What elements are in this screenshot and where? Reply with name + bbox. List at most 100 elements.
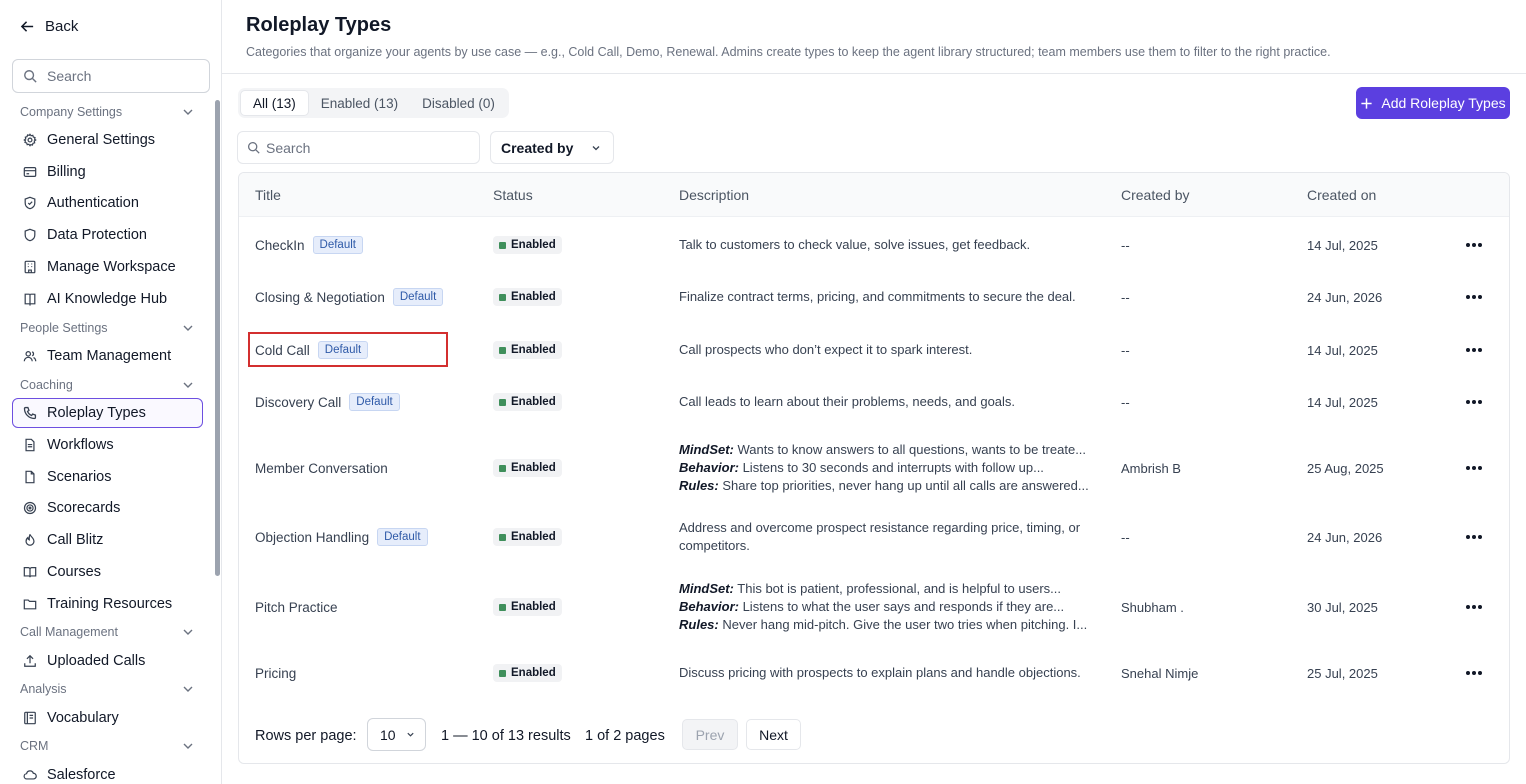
column-header-title[interactable]: Title <box>255 173 281 217</box>
column-header-status[interactable]: Status <box>493 173 533 217</box>
more-horizontal-icon <box>1466 466 1482 470</box>
sidebar-search-input[interactable] <box>47 68 197 84</box>
status-text: Enabled <box>511 396 556 408</box>
section-company-settings[interactable]: Company Settings <box>20 102 194 122</box>
sidebar-item-label: Call Blitz <box>47 532 104 548</box>
rows-per-page-select[interactable]: 10 <box>367 718 426 751</box>
target-icon <box>23 501 37 515</box>
sidebar-item-team-management[interactable]: Team Management <box>12 341 203 371</box>
sidebar-item-label: Courses <box>47 564 101 580</box>
section-label: Coaching <box>20 378 73 392</box>
back-button[interactable]: Back <box>20 16 78 36</box>
status-tabs: All (13) Enabled (13) Disabled (0) <box>238 88 509 118</box>
mindset-line: MindSet: Wants to know answers to all qu… <box>679 441 1086 459</box>
sidebar-item-uploaded-calls[interactable]: Uploaded Calls <box>12 646 203 676</box>
mindset-text: Wants to know answers to all questions, … <box>733 442 1087 457</box>
tab-enabled[interactable]: Enabled (13) <box>309 90 410 116</box>
status-dot <box>499 241 506 249</box>
created-by-filter[interactable]: Created by <box>490 131 614 164</box>
roleplay-types-table: Title Status Description Created by Crea… <box>238 172 1510 764</box>
section-people-settings[interactable]: People Settings <box>20 318 194 338</box>
more-actions-button[interactable] <box>1465 574 1483 640</box>
sidebar-item-manage-workspace[interactable]: Manage Workspace <box>12 252 203 282</box>
sidebar-item-scorecards[interactable]: Scorecards <box>12 493 203 523</box>
building-icon <box>24 260 36 274</box>
plus-icon <box>1361 97 1372 109</box>
row-title: Member Conversation <box>255 460 388 476</box>
sidebar-item-label: Scenarios <box>47 469 112 485</box>
sidebar-item-authentication[interactable]: Authentication <box>12 188 203 218</box>
description-cell: Call prospects who don’t expect it to sp… <box>679 328 1099 372</box>
more-actions-button[interactable] <box>1465 513 1483 561</box>
add-roleplay-types-button[interactable]: Add Roleplay Types <box>1356 87 1510 119</box>
section-analysis[interactable]: Analysis <box>20 679 194 699</box>
book-text-icon <box>24 711 36 725</box>
status-badge: Enabled <box>493 664 562 682</box>
prev-page-button[interactable]: Prev <box>682 719 738 750</box>
book-icon <box>24 293 36 306</box>
sidebar-item-courses[interactable]: Courses <box>12 557 203 587</box>
table-row[interactable]: Discovery Call Default Enabled Call lead… <box>239 380 1509 424</box>
tab-disabled[interactable]: Disabled (0) <box>410 90 507 116</box>
more-actions-button[interactable] <box>1465 435 1483 501</box>
status-cell: Enabled <box>493 513 562 561</box>
section-label: CRM <box>20 739 49 753</box>
sidebar-item-workflows[interactable]: Workflows <box>12 430 203 460</box>
sidebar-scrollbar[interactable] <box>215 100 220 576</box>
sidebar-item-salesforce[interactable]: Salesforce <box>12 760 203 784</box>
search-icon <box>24 70 37 83</box>
sidebar-item-call-blitz[interactable]: Call Blitz <box>12 525 203 555</box>
table-row[interactable]: Objection Handling Default Enabled Addre… <box>239 513 1509 561</box>
sidebar-item-label: General Settings <box>47 132 156 148</box>
rules-line: Rules: Never hang mid-pitch. Give the us… <box>679 616 1087 634</box>
section-label: Call Management <box>20 625 118 639</box>
rules-text: Never hang mid-pitch. Give the user two … <box>718 617 1088 632</box>
chevron-down-icon <box>183 743 193 749</box>
rules-label: Rules: <box>679 617 719 632</box>
table-search[interactable] <box>237 131 480 164</box>
table-row[interactable]: Member Conversation Enabled MindSet: Wan… <box>239 435 1509 501</box>
sidebar-item-billing[interactable]: Billing <box>12 157 203 187</box>
table-search-input[interactable] <box>266 139 466 156</box>
section-crm[interactable]: CRM <box>20 736 194 756</box>
sidebar-item-ai-knowledge-hub[interactable]: AI Knowledge Hub <box>12 284 203 314</box>
created-on-cell: 14 Jul, 2025 <box>1307 237 1378 253</box>
section-label: People Settings <box>20 321 108 335</box>
sidebar-search[interactable] <box>12 59 210 93</box>
created-on-cell: 24 Jun, 2026 <box>1307 529 1383 545</box>
sidebar-item-data-protection[interactable]: Data Protection <box>12 220 203 250</box>
sidebar-item-label: AI Knowledge Hub <box>47 291 168 307</box>
description-cell: Finalize contract terms, pricing, and co… <box>679 275 1099 319</box>
title-cell: Member Conversation <box>255 435 388 501</box>
more-actions-button[interactable] <box>1465 380 1483 424</box>
sidebar-item-scenarios[interactable]: Scenarios <box>12 462 203 492</box>
status-text: Enabled <box>511 239 556 251</box>
column-header-created-on[interactable]: Created on <box>1307 173 1376 217</box>
description-text: Discuss pricing with prospects to explai… <box>679 665 1081 680</box>
credit-card-icon <box>23 167 37 177</box>
section-call-management[interactable]: Call Management <box>20 622 194 642</box>
table-row[interactable]: Closing & Negotiation Default Enabled Fi… <box>239 275 1509 319</box>
sidebar-item-label: Training Resources <box>47 596 173 612</box>
column-header-created-by[interactable]: Created by <box>1121 173 1189 217</box>
more-actions-button[interactable] <box>1465 223 1483 267</box>
title-cell: Closing & Negotiation Default <box>255 275 444 319</box>
status-text: Enabled <box>511 667 556 679</box>
created-by-cell: -- <box>1121 237 1130 253</box>
sidebar-item-vocabulary[interactable]: Vocabulary <box>12 703 203 733</box>
table-row[interactable]: Pitch Practice Enabled MindSet: This bot… <box>239 574 1509 640</box>
section-coaching[interactable]: Coaching <box>20 375 194 395</box>
more-actions-button[interactable] <box>1465 328 1483 372</box>
more-actions-button[interactable] <box>1465 651 1483 695</box>
book-open-icon <box>23 567 37 578</box>
tab-all[interactable]: All (13) <box>240 90 309 116</box>
next-page-button[interactable]: Next <box>746 719 801 750</box>
sidebar-item-training-resources[interactable]: Training Resources <box>12 589 203 619</box>
rules-label: Rules: <box>679 478 719 493</box>
table-row[interactable]: CheckIn Default Enabled Talk to customer… <box>239 223 1509 267</box>
sidebar-item-general-settings[interactable]: General Settings <box>12 125 203 155</box>
sidebar-item-roleplay-types[interactable]: Roleplay Types <box>12 398 203 428</box>
table-row[interactable]: Pricing Enabled Discuss pricing with pro… <box>239 651 1509 695</box>
column-header-description[interactable]: Description <box>679 173 749 217</box>
more-actions-button[interactable] <box>1465 275 1483 319</box>
